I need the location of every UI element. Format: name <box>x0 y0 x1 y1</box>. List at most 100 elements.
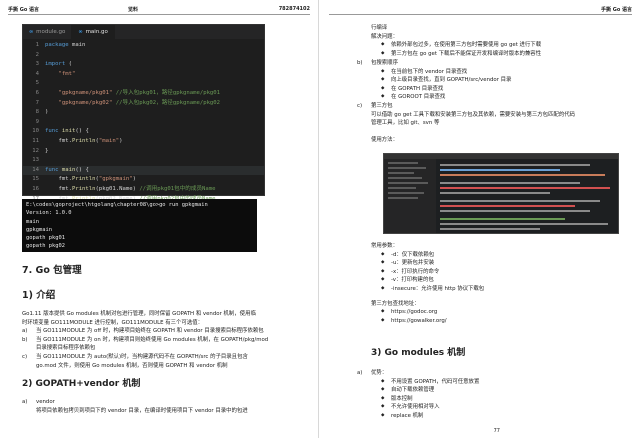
subsection-go-modules: 3) Go modules 机制 <box>371 348 466 358</box>
go-file-icon: ∞ <box>78 29 83 35</box>
third-party-heading: c) 第三方包 <box>357 102 393 109</box>
bullet-icon: ◆ <box>381 277 385 283</box>
code-line: 6 "gpkgname/pkg01" //导入包pkg01，路径gpkgname… <box>23 89 264 99</box>
code-text: fmt.Println(pkg01.Name) //调用pkg01包中的成员Na… <box>45 185 216 192</box>
search-address-item: ◆ https://godoc.org <box>381 309 438 316</box>
header-book-title: 手撕 Go 语言 <box>600 7 632 13</box>
params-title: 常用参数： <box>371 243 398 249</box>
line-number: 9 <box>35 118 39 125</box>
right-page-header: 手撕 Go 语言 <box>329 5 632 15</box>
line-number: 2 <box>35 51 39 58</box>
bullet-icon: ◆ <box>381 260 385 266</box>
bullet-icon: ◆ <box>381 412 385 418</box>
code-area: 1 package main 2 3 import (4 "fmt" 5 6 "gpkgna… <box>23 39 264 214</box>
line-number: 5 <box>35 80 39 87</box>
line-number: 7 <box>35 99 39 106</box>
right-text-modules: 3) Go modules 机制 <box>371 347 636 359</box>
terminal-line: main <box>26 218 39 225</box>
code-line: 3 import ( <box>23 60 264 70</box>
code-text: } <box>45 147 49 154</box>
bullet-icon: ◆ <box>381 77 385 83</box>
advantage-item: ◆ 不允许使用相对导入 <box>381 404 440 411</box>
vscode-screenshot <box>383 153 619 234</box>
code-line: 2 <box>23 51 264 61</box>
page-number: 77 <box>493 428 500 434</box>
advantage-item: ◆ 自动下载依赖管理 <box>381 387 435 394</box>
terminal-line: gopath pkg02 <box>26 243 65 250</box>
search-order-item: ◆ 向上级目录查找，直到 GOPATH/src/vendor 目录 <box>381 77 512 84</box>
right-text-params: 常用参数： ◆ -d：仅下载依赖包 ◆ -u：更新包并安装 ◆ -x：打印执行的命令 ◆ -v… <box>371 242 636 325</box>
bullet-icon: ◆ <box>381 85 385 91</box>
param-item: ◆ -insecure：允许使用 http 协议下载包 <box>381 285 485 292</box>
subsection-intro: 1) 介绍 <box>22 290 56 301</box>
search-order-heading: b) 包搜索顺序 <box>357 60 398 66</box>
bullet-icon: ◆ <box>381 68 385 74</box>
search-order-list: ◆ 在当前包下的 vendor 目录查找 ◆ 向上级目录查找，直到 GOPATH/sr… <box>357 68 637 102</box>
code-text: func main() { <box>45 166 89 173</box>
third-party-text-2: 管理工具，比如 git、svn 等 <box>371 120 440 127</box>
code-text: "fmt" <box>58 70 76 77</box>
option-line: b) 当 GO111MODULE 为 on 时，构建项目则始终使用 Go modu… <box>22 336 269 343</box>
param-item: ◆ -u：更新包并安装 <box>381 260 435 267</box>
line-number: 6 <box>35 89 39 96</box>
bullet-icon: ◆ <box>381 395 385 401</box>
line-number: 11 <box>32 137 39 144</box>
solve-item: ◆ 依赖外部包过多，在使用第三方包时需要使用 go get 进行下载 <box>381 42 542 49</box>
code-line: 8) <box>23 108 264 118</box>
code-line: 4 "fmt" <box>23 70 264 80</box>
editor-tabs: ∞ module.go ∞ main.go <box>23 25 264 39</box>
line-number: 12 <box>32 147 39 154</box>
bullet-icon: ◆ <box>381 50 385 56</box>
third-party-text-1: 可以借助 go get 工具下载和安装第三方包及其依赖，需要安装与第三方包匹配的… <box>371 111 575 118</box>
code-line: 5 <box>23 79 264 89</box>
tab-main-go[interactable]: ∞ main.go <box>72 25 115 39</box>
header-book-title: 手撕 Go 语言 <box>8 7 40 13</box>
vendor-text: 将项目依赖包拷贝到项目下的 vendor 目录，在编译时使用项目下 vendor… <box>36 407 248 414</box>
terminal-line: gopath pkg01 <box>26 235 65 242</box>
right-text-advantages: a) 优势： ◆ 不用设置 GOPATH，代码可任意放置 ◆ 自动下载依赖管理 ◆ 版本控… <box>357 369 637 421</box>
screenshot-sidebar <box>384 159 436 233</box>
line-number: 4 <box>35 70 39 77</box>
module-options-list: a) 当 GO111MODULE 为 off 时，构建项目始终在 GOPATH 和… <box>22 327 312 370</box>
code-line: 13 <box>23 156 264 166</box>
code-text: package main <box>45 42 86 48</box>
bullet-icon: ◆ <box>381 268 385 274</box>
tab-module-go[interactable]: ∞ module.go <box>23 25 73 39</box>
bullet-icon: ◆ <box>381 378 385 384</box>
code-line: 12} <box>23 147 264 157</box>
solve-list: ◆ 依赖外部包过多，在使用第三方包时需要使用 go get 进行下载 ◆ 第三方包在 … <box>371 41 636 58</box>
vendor-item: a) vendor <box>22 399 55 406</box>
left-page: 手撕 Go 语言 览料 782874102 ∞ module.go ∞ main.g… <box>0 0 319 438</box>
param-item: ◆ -d：仅下载依赖包 <box>381 251 435 258</box>
right-text-b: b) 包搜索顺序 ◆ 在当前包下的 vendor 目录查找 ◆ 向上级目录查找，直到 … <box>357 59 637 144</box>
intro-line-1: Go1.11 版本提供 Go modules 机制对包进行管理，同时保留 GOP… <box>22 311 256 317</box>
code-text: "gpkgname/pkg01" //导入包pkg01，路径gpkgname/p… <box>58 89 221 96</box>
param-item: ◆ -x：打印执行的命令 <box>381 268 440 275</box>
bullet-icon: ◆ <box>381 309 385 315</box>
terminal-output: E:\codes\goproject\htgolang\chapter08\go… <box>22 199 257 252</box>
header-number: 782874102 <box>278 6 310 12</box>
bullet-icon: ◆ <box>381 285 385 291</box>
params-list: ◆ -d：仅下载依赖包 ◆ -u：更新包并安装 ◆ -x：打印执行的命令 ◆ -v：打印构建的… <box>371 251 636 294</box>
param-item: ◆ -v：打印构建的包 <box>381 277 434 284</box>
code-line: 1 package main <box>23 41 264 51</box>
code-text: ) <box>45 109 49 116</box>
line-number: 13 <box>32 157 39 164</box>
bullet-icon: ◆ <box>381 94 385 100</box>
advantage-item: ◆ replace 机制 <box>381 412 424 419</box>
code-line: 16 fmt.Println(pkg01.Name) //调用pkg01包中的成… <box>23 185 264 195</box>
option-line: c) 当 GO111MODULE 为 auto(默认)时，当构建源代码不在 GOP… <box>22 353 248 360</box>
search-address-list: ◆ https://godoc.org ◆ https://gowalker.org/ <box>371 308 636 325</box>
line-number: 1 <box>35 42 39 48</box>
solve-title: 解决问题： <box>371 33 398 40</box>
code-line: 10 func init() { <box>23 127 264 137</box>
solve-item: ◆ 第三方包在 go get 下载后不能保证开发和编译时版本的兼容性 <box>381 50 542 57</box>
bullet-icon: ◆ <box>381 317 385 323</box>
line-number: 3 <box>35 61 39 68</box>
code-text: func init() { <box>45 128 89 135</box>
advantages-heading: a) 优势： <box>357 370 388 376</box>
line-number: 14 <box>32 166 39 173</box>
code-text: fmt.Println("gpkgmain") <box>45 176 136 183</box>
advantage-item: ◆ 不用设置 GOPATH，代码可任意放置 <box>381 378 480 385</box>
right-text-top: 行编译 解决问题： ◆ 依赖外部包过多，在使用第三方包时需要使用 go get 进… <box>371 24 636 58</box>
